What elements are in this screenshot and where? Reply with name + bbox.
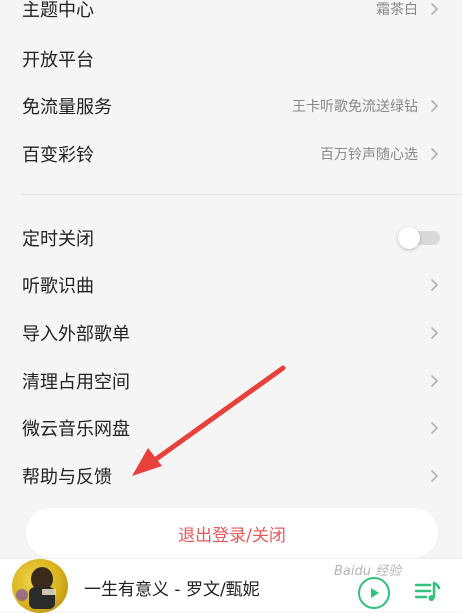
row-label: 导入外部歌单 [22,324,130,345]
row-label: 免流量服务 [22,97,112,118]
toggle-knob [398,227,420,249]
play-icon [371,588,379,598]
logout-label: 退出登录/关闭 [178,525,286,546]
row-label: 帮助与反馈 [22,467,112,488]
row-theme-center[interactable]: 主题中心 霜茶白 [0,0,462,32]
section-divider [22,194,462,195]
play-button[interactable] [358,577,390,609]
row-help-feedback[interactable]: 帮助与反馈 [0,453,462,499]
row-label: 开放平台 [22,50,94,71]
row-label: 听歌识曲 [22,276,94,297]
row-label: 定时关闭 [22,229,94,250]
row-sleep-timer[interactable]: 定时关闭 [0,215,462,261]
chevron-right-icon [428,146,440,162]
chevron-right-icon [428,373,440,389]
row-song-recognition[interactable]: 听歌识曲 [0,262,462,308]
playlist-button[interactable] [412,577,442,607]
row-label: 主题中心 [22,0,94,21]
row-clean-storage[interactable]: 清理占用空间 [0,358,462,404]
album-cover[interactable] [12,559,68,613]
row-free-data-service[interactable]: 免流量服务 王卡听歌免流送绿钻 [0,83,462,129]
now-playing-title[interactable]: 一生有意义 - 罗文/甄妮 [84,575,260,600]
chevron-right-icon [428,277,440,293]
logout-close-button[interactable]: 退出登录/关闭 [26,508,438,558]
chevron-right-icon [428,98,440,114]
sleep-timer-toggle[interactable] [398,227,440,249]
settings-panel: 主题中心 霜茶白 开放平台 免流量服务 王卡听歌免流送绿钻 百变彩铃 百万铃声随… [0,0,462,613]
row-open-platform[interactable]: 开放平台 [0,36,462,82]
row-weiyun-drive[interactable]: 微云音乐网盘 [0,405,462,451]
row-label: 百变彩铃 [22,145,94,166]
chevron-right-icon [428,325,440,341]
watermark-text: Baidu 经验 [334,564,402,579]
chevron-right-icon [428,420,440,436]
row-ringtone[interactable]: 百变彩铃 百万铃声随心选 [0,131,462,177]
row-label: 清理占用空间 [22,372,130,393]
chevron-right-icon [428,1,440,17]
row-value: 霜茶白 [376,2,418,18]
row-value: 王卡听歌免流送绿钻 [292,99,418,115]
row-label: 微云音乐网盘 [22,419,130,440]
row-value: 百万铃声随心选 [320,147,418,163]
chevron-right-icon [428,468,440,484]
playlist-icon [414,581,441,601]
row-import-playlist[interactable]: 导入外部歌单 [0,310,462,356]
